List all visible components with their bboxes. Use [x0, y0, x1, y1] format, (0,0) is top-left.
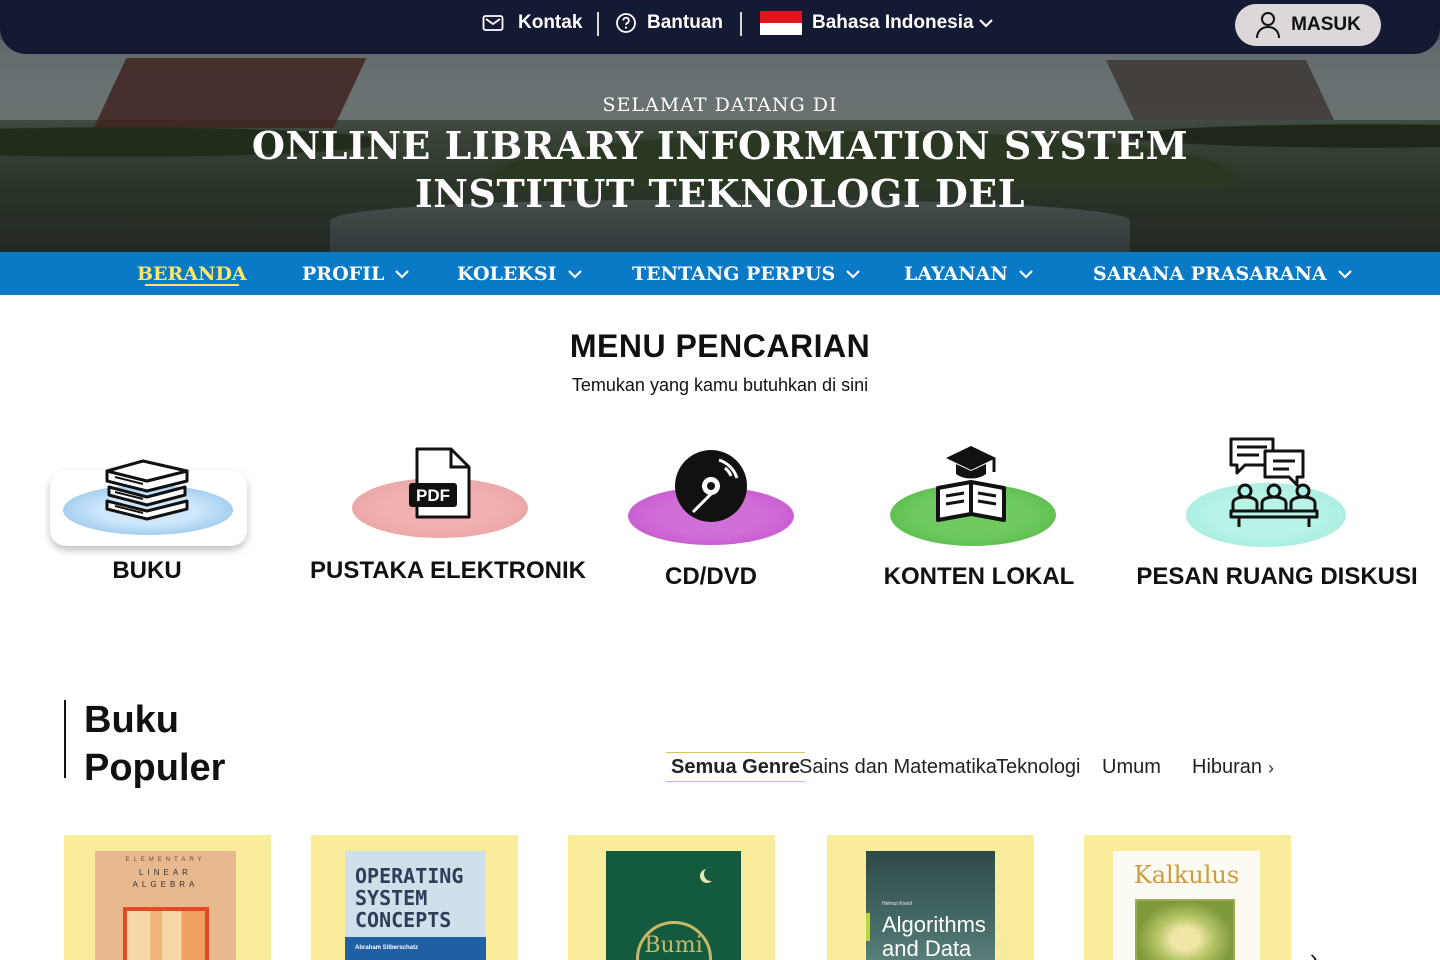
login-button[interactable]: MASUK [1235, 4, 1381, 46]
book-card[interactable]: Kalkulus [1084, 835, 1291, 960]
nav-label: SARANA PRASARANA [1093, 262, 1327, 285]
cover-title: Kalkulus [1133, 861, 1240, 889]
popular-books-title: Buku Populer [84, 696, 225, 792]
search-menu-subtitle: Temukan yang kamu butuhkan di sini [571, 375, 869, 395]
genre-tab-sains[interactable]: Sains dan Matematika [799, 752, 997, 782]
popular-title-line2: Populer [84, 747, 226, 789]
books-stack-icon [105, 459, 189, 521]
chevron-right-icon[interactable]: › [1268, 758, 1274, 779]
book-card[interactable]: OPERATING SYSTEM CONCEPTS Abraham Silber… [311, 835, 518, 960]
cover-title: LINEAR ALGEBRA [132, 868, 199, 889]
book-cover: ELEMENTARY LINEAR ALGEBRA [95, 851, 236, 960]
nav-item-layanan[interactable]: LAYANAN [904, 252, 1034, 295]
search-menu-title: MENU PENCARIAN [569, 328, 871, 364]
graduation-book-icon [936, 446, 1006, 522]
book-cover: OPERATING SYSTEM CONCEPTS Abraham Silber… [345, 851, 486, 960]
disc-icon [675, 450, 747, 522]
chevron-down-icon [846, 269, 860, 279]
genre-tab-umum[interactable]: Umum [1102, 752, 1161, 782]
topbar-divider [740, 12, 742, 36]
help-link[interactable]: Bantuan [615, 0, 723, 46]
cover-small-text: ELEMENTARY [125, 857, 206, 863]
nav-label: KOLEKSI [457, 262, 557, 285]
category-label: CD/DVD [664, 563, 758, 590]
book-card[interactable]: Bumi [568, 835, 775, 960]
cover-title: Bumi [644, 933, 703, 958]
help-label: Bantuan [647, 12, 723, 33]
main-nav: BERANDA PROFIL KOLEKSI TENTANG PERPUS LA… [0, 252, 1440, 295]
contact-link[interactable]: Kontak [482, 0, 582, 46]
cover-title: OPERATING SYSTEM CONCEPTS [355, 864, 464, 932]
help-icon [616, 13, 636, 33]
cover-small-text: Abraham Silberschatz [355, 945, 419, 951]
contact-label: Kontak [518, 12, 583, 33]
language-label: Bahasa Indonesia [812, 12, 974, 33]
hero-title-line2: INSTITUT TEKNOLOGI DEL [415, 171, 1025, 216]
nav-label: TENTANG PERPUS [632, 262, 836, 285]
language-selector[interactable]: Bahasa Indonesia [760, 0, 994, 46]
nav-item-beranda[interactable]: BERANDA [137, 252, 247, 295]
hero-heading: SELAMAT DATANG DI ONLINE LIBRARY INFORMA… [0, 94, 1440, 218]
nav-item-koleksi[interactable]: KOLEKSI [457, 252, 583, 295]
book-cover: Helmut Knebl Algorithms and Data [866, 851, 995, 960]
nav-label: BERANDA [137, 262, 247, 285]
book-card[interactable]: Helmut Knebl Algorithms and Data [827, 835, 1034, 960]
nav-label: PROFIL [302, 262, 385, 285]
genre-tab-hiburan[interactable]: Hiburan [1192, 752, 1262, 782]
hero-welcome: SELAMAT DATANG DI [602, 94, 838, 116]
hero-title-line1: ONLINE LIBRARY INFORMATION SYSTEM [251, 123, 1189, 168]
nav-item-tentang-perpus[interactable]: TENTANG PERPUS [632, 252, 861, 295]
active-underline [145, 284, 239, 286]
book-cover: Kalkulus [1113, 851, 1260, 960]
user-icon [1256, 12, 1281, 39]
category-label: PESAN RUANG DISKUSI [1136, 563, 1418, 590]
section-accent-bar [64, 700, 66, 778]
book-card[interactable]: ELEMENTARY LINEAR ALGEBRA [64, 835, 271, 960]
book-cover: Bumi [606, 851, 741, 960]
chevron-down-icon [567, 269, 582, 279]
nav-item-sarana-prasarana[interactable]: SARANA PRASARANA [1093, 252, 1353, 295]
login-label: MASUK [1291, 14, 1361, 35]
chevron-down-icon [978, 19, 993, 28]
chevron-down-icon [1337, 269, 1352, 279]
category-label: BUKU [112, 557, 182, 584]
cover-title: Algorithms and Data [882, 912, 986, 960]
topbar-divider [597, 12, 599, 36]
genre-tab-teknologi[interactable]: Teknologi [996, 752, 1081, 782]
genre-tab-semua[interactable]: Semua Genre [666, 752, 805, 782]
nav-item-profil[interactable]: PROFIL [302, 252, 410, 295]
chevron-down-icon [1018, 269, 1033, 279]
category-label: KONTEN LOKAL [883, 563, 1075, 590]
chevron-down-icon [395, 269, 410, 279]
carousel-next-icon[interactable]: › [1310, 945, 1317, 960]
category-label: PUSTAKA ELEKTRONIK [310, 557, 586, 584]
mail-icon [482, 15, 504, 31]
indonesia-flag-icon [760, 11, 802, 35]
nav-label: LAYANAN [904, 262, 1008, 285]
discussion-room-icon [1229, 437, 1319, 527]
svg-text:PDF: PDF [416, 486, 450, 505]
top-bar: Kontak Bantuan Bahasa Indonesia MASUK [0, 0, 1440, 54]
cover-art [123, 907, 209, 960]
cover-accent [866, 913, 870, 941]
moon-icon [704, 867, 718, 881]
cover-art [1135, 899, 1235, 960]
pdf-file-icon: PDF [409, 447, 471, 519]
cover-small-text: Helmut Knebl [882, 901, 913, 907]
popular-title-line1: Buku [84, 699, 179, 741]
